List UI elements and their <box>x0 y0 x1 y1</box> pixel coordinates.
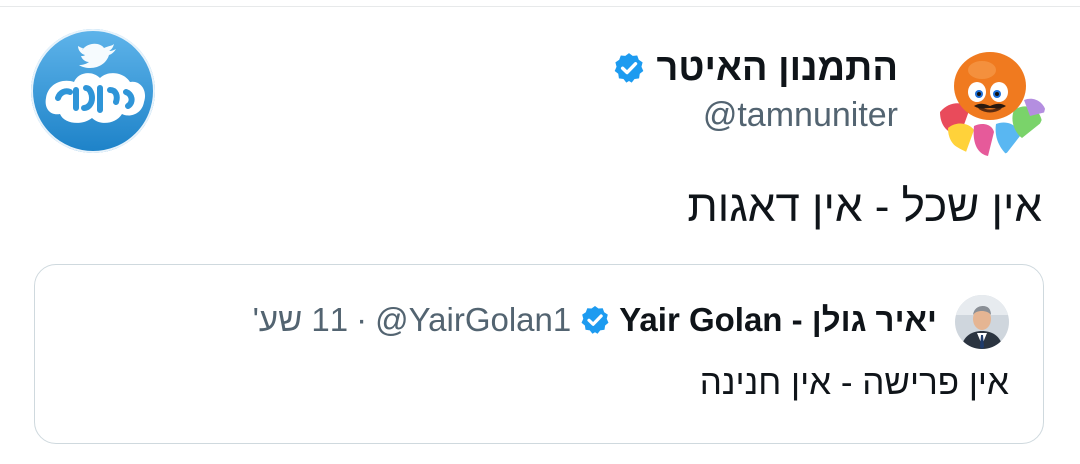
author-handle[interactable]: @tamnuniter <box>378 96 898 135</box>
man-in-suit-avatar-icon <box>955 295 1009 349</box>
quoted-tweet-card[interactable]: יאיר גולן - Yair Golan @YairGolan1 · 11 … <box>34 264 1044 444</box>
quoted-timestamp[interactable]: 11 שע' <box>253 301 348 339</box>
quoted-tweet-header: יאיר גולן - Yair Golan @YairGolan1 · 11 … <box>253 301 937 339</box>
author-display-name[interactable]: התמנון האיטר <box>656 47 898 90</box>
quoted-author-name[interactable]: יאיר גולן - Yair Golan <box>619 301 937 339</box>
separator-dot: · <box>356 301 368 338</box>
quoted-verified-badge-icon <box>579 304 611 336</box>
author-name-row: התמנון האיטר <box>378 42 898 94</box>
tweet: התמנון האיטר @tamnuniter אין שכל - אין ד… <box>0 0 1080 464</box>
verified-badge-icon <box>612 51 646 85</box>
hastatus-logo-icon <box>30 28 156 154</box>
tweet-text: אין שכל - אין דאגות <box>687 182 1042 231</box>
author-avatar[interactable] <box>930 40 1046 156</box>
author-info: התמנון האיטר @tamnuniter <box>378 42 898 135</box>
orange-octopus-avatar-icon <box>930 40 1046 156</box>
quoted-author-avatar[interactable] <box>955 295 1009 349</box>
quoted-tweet-text: אין פרישה - אין חנינה <box>699 363 1009 402</box>
quoted-author-handle[interactable]: @YairGolan1 <box>375 301 571 339</box>
